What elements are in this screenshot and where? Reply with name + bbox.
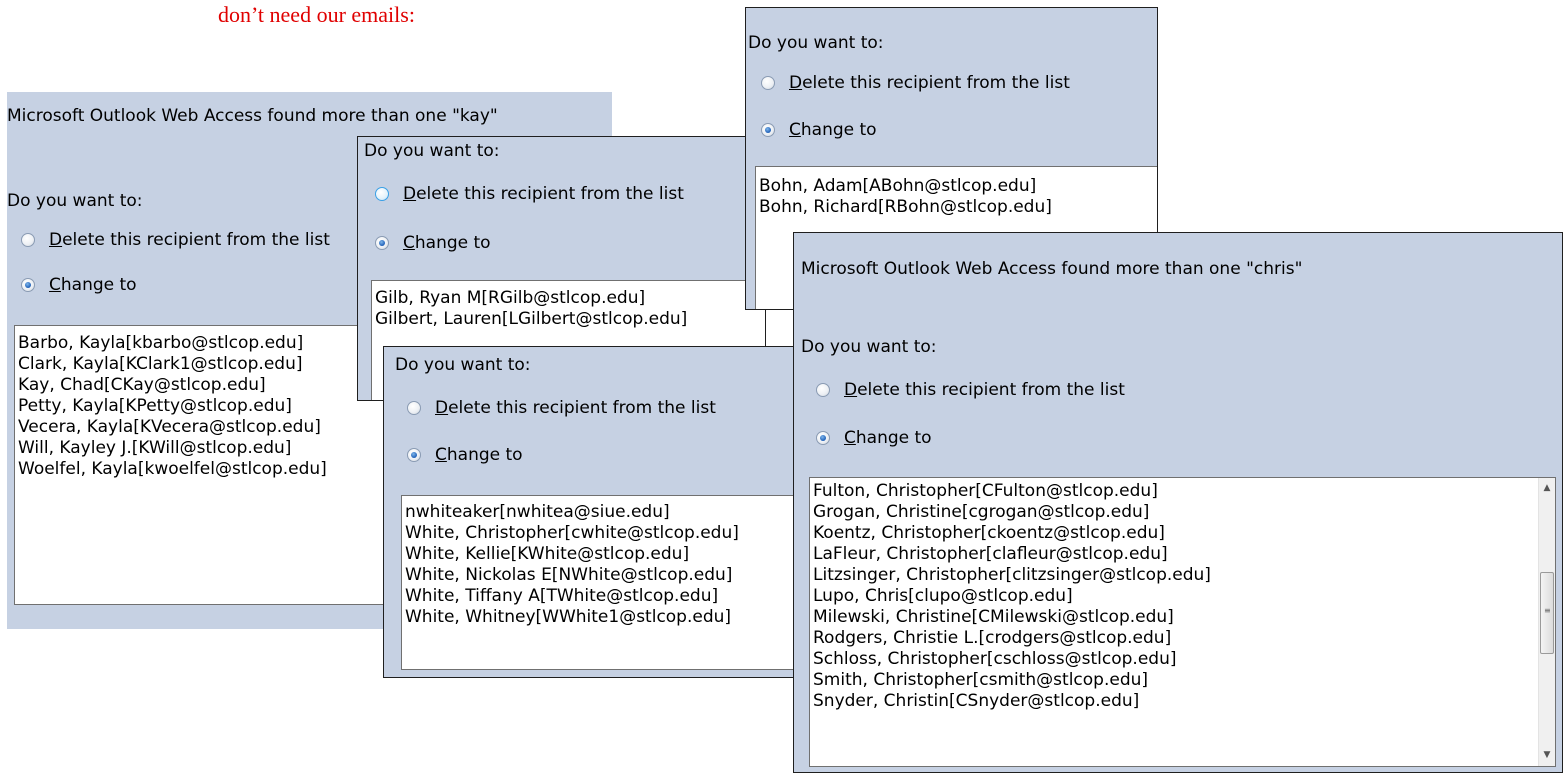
delete-option-label: Delete this recipient from the list	[49, 230, 330, 250]
list-item[interactable]: Gilb, Ryan M[RGilb@stlcop.edu]	[372, 288, 765, 309]
change-option-label: Change to	[435, 445, 523, 465]
list-item[interactable]: Litzsinger, Christopher[clitzsinger@stlc…	[810, 565, 1555, 586]
list-item[interactable]: White, Kellie[KWhite@stlcop.edu]	[402, 544, 795, 565]
caption-text: don’t need our emails:	[218, 2, 415, 27]
recipient-listbox[interactable]: nwhiteaker[nwhitea@siue.edu] White, Chri…	[401, 495, 795, 670]
list-item[interactable]: Gilbert, Lauren[LGilbert@stlcop.edu]	[372, 309, 765, 330]
prompt-text: Do you want to:	[395, 355, 531, 375]
grip-icon: ≡	[1544, 606, 1551, 615]
list-item[interactable]: Koentz, Christopher[ckoentz@stlcop.edu]	[810, 523, 1555, 544]
delete-radio-icon[interactable]	[375, 187, 389, 201]
list-item[interactable]: Milewski, Christine[CMilewski@stlcop.edu…	[810, 607, 1555, 628]
change-radio-icon[interactable]	[816, 431, 830, 445]
change-radio-icon[interactable]	[761, 123, 775, 137]
delete-recipient-option[interactable]: Delete this recipient from the list	[21, 230, 330, 250]
delete-option-label: Delete this recipient from the list	[403, 184, 684, 204]
delete-recipient-option[interactable]: Delete this recipient from the list	[407, 398, 716, 418]
list-item[interactable]: Fulton, Christopher[CFulton@stlcop.edu]	[810, 481, 1555, 502]
list-item[interactable]: Snyder, Christin[CSnyder@stlcop.edu]	[810, 691, 1555, 712]
change-to-option[interactable]: Change to	[21, 275, 137, 295]
list-item[interactable]: Smith, Christopher[csmith@stlcop.edu]	[810, 670, 1555, 691]
delete-radio-icon[interactable]	[816, 383, 830, 397]
dialog-chris: Microsoft Outlook Web Access found more …	[793, 232, 1563, 773]
delete-radio-icon[interactable]	[407, 401, 421, 415]
delete-recipient-option[interactable]: Delete this recipient from the list	[761, 73, 1070, 93]
change-to-option[interactable]: Change to	[375, 233, 491, 253]
scroll-down-icon[interactable]: ▼	[1539, 747, 1555, 764]
recipient-listbox[interactable]: Barbo, Kayla[kbarbo@stlcop.edu] Clark, K…	[14, 325, 414, 605]
delete-radio-icon[interactable]	[761, 76, 775, 90]
list-item[interactable]: Will, Kayley J.[KWill@stlcop.edu]	[15, 438, 413, 459]
list-item[interactable]: Bohn, Richard[RBohn@stlcop.edu]	[756, 197, 1157, 218]
delete-recipient-option[interactable]: Delete this recipient from the list	[375, 184, 684, 204]
found-message: Microsoft Outlook Web Access found more …	[7, 106, 498, 126]
change-to-option[interactable]: Change to	[407, 445, 523, 465]
recipient-listbox[interactable]: Fulton, Christopher[CFulton@stlcop.edu] …	[809, 477, 1556, 767]
dialog-white: Do you want to: Delete this recipient fr…	[383, 346, 796, 678]
list-item[interactable]: nwhiteaker[nwhitea@siue.edu]	[402, 502, 795, 523]
prompt-text: Do you want to:	[748, 33, 884, 53]
list-item[interactable]: White, Whitney[WWhite1@stlcop.edu]	[402, 607, 795, 628]
list-item[interactable]: Schloss, Christopher[cschloss@stlcop.edu…	[810, 649, 1555, 670]
prompt-text: Do you want to:	[364, 141, 500, 161]
delete-option-label: Delete this recipient from the list	[435, 398, 716, 418]
list-item[interactable]: Barbo, Kayla[kbarbo@stlcop.edu]	[15, 333, 413, 354]
change-radio-icon[interactable]	[21, 278, 35, 292]
change-to-option[interactable]: Change to	[816, 428, 932, 448]
list-item[interactable]: Petty, Kayla[KPetty@stlcop.edu]	[15, 396, 413, 417]
delete-radio-icon[interactable]	[21, 233, 35, 247]
vertical-scrollbar[interactable]: ▲ ≡ ▼	[1538, 478, 1555, 766]
change-option-label: Change to	[789, 120, 877, 140]
scroll-up-icon[interactable]: ▲	[1539, 480, 1555, 497]
delete-option-label: Delete this recipient from the list	[789, 73, 1070, 93]
change-option-label: Change to	[403, 233, 491, 253]
prompt-text: Do you want to:	[801, 337, 937, 357]
list-item[interactable]: Clark, Kayla[KClark1@stlcop.edu]	[15, 354, 413, 375]
list-item[interactable]: Kay, Chad[CKay@stlcop.edu]	[15, 375, 413, 396]
list-item[interactable]: Grogan, Christine[cgrogan@stlcop.edu]	[810, 502, 1555, 523]
list-item[interactable]: Vecera, Kayla[KVecera@stlcop.edu]	[15, 417, 413, 438]
change-option-label: Change to	[49, 275, 137, 295]
change-to-option[interactable]: Change to	[761, 120, 877, 140]
prompt-text: Do you want to:	[7, 191, 143, 211]
list-item[interactable]: White, Nickolas E[NWhite@stlcop.edu]	[402, 565, 795, 586]
list-item[interactable]: Bohn, Adam[ABohn@stlcop.edu]	[756, 176, 1157, 197]
found-message: Microsoft Outlook Web Access found more …	[801, 259, 1303, 279]
delete-recipient-option[interactable]: Delete this recipient from the list	[816, 380, 1125, 400]
change-radio-icon[interactable]	[375, 236, 389, 250]
list-item[interactable]: LaFleur, Christopher[clafleur@stlcop.edu…	[810, 544, 1555, 565]
list-item[interactable]: Rodgers, Christie L.[crodgers@stlcop.edu…	[810, 628, 1555, 649]
list-item[interactable]: White, Christopher[cwhite@stlcop.edu]	[402, 523, 795, 544]
scroll-thumb[interactable]: ≡	[1540, 572, 1554, 654]
change-option-label: Change to	[844, 428, 932, 448]
list-item[interactable]: Lupo, Chris[clupo@stlcop.edu]	[810, 586, 1555, 607]
change-radio-icon[interactable]	[407, 448, 421, 462]
list-item[interactable]: Woelfel, Kayla[kwoelfel@stlcop.edu]	[15, 459, 413, 480]
list-item[interactable]: White, Tiffany A[TWhite@stlcop.edu]	[402, 586, 795, 607]
delete-option-label: Delete this recipient from the list	[844, 380, 1125, 400]
